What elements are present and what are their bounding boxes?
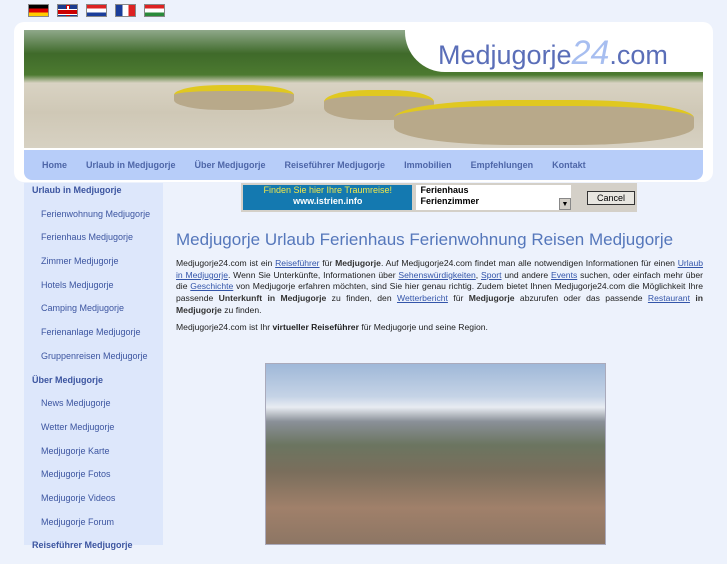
cancel-button[interactable]: Cancel	[586, 190, 635, 205]
tagline: Medjugorje24.com ist Ihr virtueller Reis…	[176, 322, 488, 332]
ad-link[interactable]: Finden Sie hier Ihre Traumreise! www.istr…	[243, 185, 413, 210]
sidebar-item[interactable]: Wetter Medjugorje	[24, 422, 163, 446]
sidebar-item[interactable]: News Medjugorje	[24, 398, 163, 422]
language-flags	[28, 4, 165, 17]
sidebar-item[interactable]: Gruppenreisen Medjugorje	[24, 351, 163, 375]
sidebar-item[interactable]: Ferienwohnung Medjugorje	[24, 209, 163, 233]
town-photo	[265, 363, 606, 545]
sidebar-item[interactable]: Medjugorje Karte	[24, 446, 163, 470]
sidebar-heading[interactable]: Reiseführer Medjugorje	[24, 540, 163, 564]
flag-hr-icon[interactable]	[86, 4, 107, 17]
select-option[interactable]: Ferienhaus	[420, 185, 571, 196]
sidebar-item[interactable]: Zimmer Medjugorje	[24, 256, 163, 280]
ad-banner: Finden Sie hier Ihre Traumreise! www.istr…	[241, 183, 637, 212]
sidebar-item[interactable]: Medjugorje Videos	[24, 493, 163, 517]
flag-en-icon[interactable]	[57, 4, 78, 17]
flag-fr-icon[interactable]	[115, 4, 136, 17]
sidebar-item[interactable]: Ferienanlage Medjugorje	[24, 327, 163, 351]
link-reisefuehrer[interactable]: Reiseführer	[275, 258, 319, 268]
link-restaurant[interactable]: Restaurant	[648, 293, 690, 303]
sidebar-item[interactable]: Medjugorje Fotos	[24, 469, 163, 493]
sidebar-heading[interactable]: Über Medjugorje	[24, 375, 163, 399]
sidebar-item[interactable]: Camping Medjugorje	[24, 303, 163, 327]
link-sport[interactable]: Sport	[481, 270, 502, 280]
link-wetterbericht[interactable]: Wetterbericht	[397, 293, 448, 303]
sidebar-item[interactable]: Hotels Medjugorje	[24, 280, 163, 304]
nav-item[interactable]: Home	[42, 160, 67, 170]
sidebar-item[interactable]: Ferienhaus Medjugorje	[24, 232, 163, 256]
tagline-b: virtueller Reiseführer	[272, 322, 359, 332]
page-title: Medjugorje Urlaub Ferienhaus Ferienwohnu…	[176, 230, 674, 249]
nav-item[interactable]: Immobilien	[404, 160, 452, 170]
link-sehenswuerdigkeiten[interactable]: Sehenswürdigkeiten	[398, 270, 475, 280]
ad-title: Finden Sie hier Ihre Traumreise!	[263, 185, 393, 195]
ad-url: www.istrien.info	[293, 196, 363, 206]
sidebar-heading[interactable]: Urlaub in Medjugorje	[24, 185, 163, 209]
link-geschichte[interactable]: Geschichte	[190, 281, 233, 291]
nav-item[interactable]: Über Medjugorje	[195, 160, 266, 170]
flag-de-icon[interactable]	[28, 4, 49, 17]
chevron-down-icon[interactable]: ▼	[558, 198, 571, 210]
sidebar: Urlaub in Medjugorje Ferienwohnung Medjug…	[24, 183, 163, 550]
nav-item[interactable]: Empfehlungen	[471, 160, 534, 170]
nav-item[interactable]: Urlaub in Medjugorje	[86, 160, 176, 170]
flag-hu-icon[interactable]	[144, 4, 165, 17]
logo-number: 24	[571, 34, 610, 72]
link-events[interactable]: Events	[551, 270, 577, 280]
main-nav: Home Urlaub in Medjugorje Über Medjugorje R…	[24, 150, 703, 180]
logo-domain: .com	[609, 40, 668, 70]
site-logo[interactable]: Medjugorje24.com	[438, 34, 668, 73]
tagline-a: Medjugorje24.com ist Ihr	[176, 322, 273, 332]
select-option[interactable]: Ferienzimmer	[420, 196, 571, 207]
sidebar-item[interactable]: Medjugorje Forum	[24, 517, 163, 541]
nav-item[interactable]: Reiseführer Medjugorje	[285, 160, 386, 170]
nav-item[interactable]: Kontakt	[552, 160, 586, 170]
category-select[interactable]: Ferienhaus Ferienzimmer ▼	[416, 185, 571, 210]
tagline-c: für Medjugorje und seine Region.	[358, 322, 488, 332]
intro-text: Medjugorje24.com ist ein Reiseführer für…	[176, 258, 704, 315]
logo-text: Medjugorje	[438, 40, 572, 70]
